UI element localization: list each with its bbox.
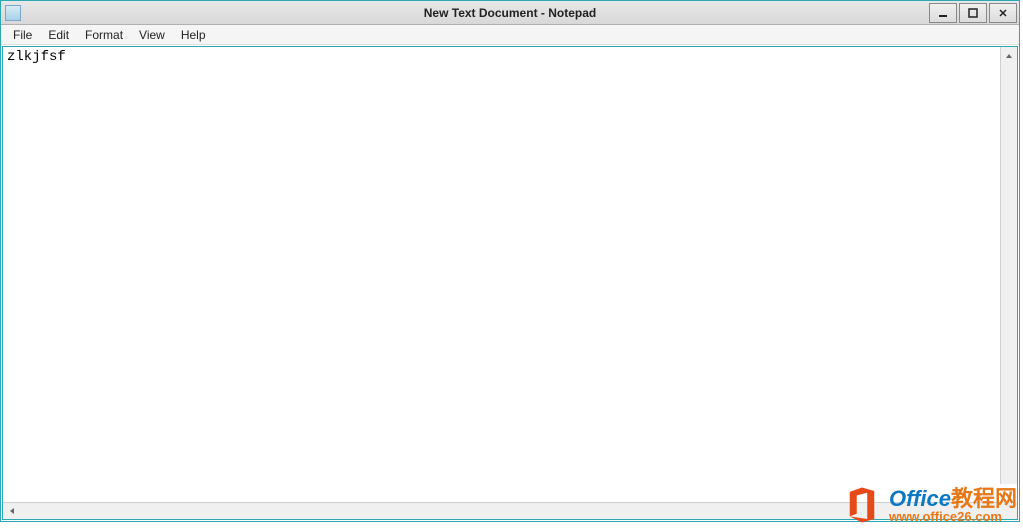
window-controls	[927, 3, 1017, 23]
menubar: File Edit Format View Help	[1, 25, 1019, 45]
menu-format[interactable]: Format	[77, 26, 131, 44]
notepad-icon	[5, 5, 21, 21]
scroll-left-arrow-icon[interactable]	[3, 503, 20, 519]
notepad-window: New Text Document - Notepad File Edit Fo…	[0, 0, 1020, 522]
menu-file[interactable]: File	[5, 26, 40, 44]
window-title: New Text Document - Notepad	[1, 6, 1019, 20]
menu-edit[interactable]: Edit	[40, 26, 77, 44]
titlebar[interactable]: New Text Document - Notepad	[1, 1, 1019, 25]
maximize-button[interactable]	[959, 3, 987, 23]
hscroll-track[interactable]	[20, 503, 1017, 519]
menu-view[interactable]: View	[131, 26, 173, 44]
scroll-corner	[1000, 502, 1017, 519]
text-editor[interactable]: zlkjfsf	[3, 47, 1017, 502]
menu-help[interactable]: Help	[173, 26, 214, 44]
vertical-scrollbar[interactable]	[1000, 47, 1017, 484]
scroll-up-arrow-icon[interactable]	[1001, 47, 1017, 64]
horizontal-scrollbar[interactable]	[3, 502, 1017, 519]
text-content: zlkjfsf	[7, 49, 66, 65]
editor-area: zlkjfsf	[2, 46, 1018, 520]
close-button[interactable]	[989, 3, 1017, 23]
minimize-button[interactable]	[929, 3, 957, 23]
